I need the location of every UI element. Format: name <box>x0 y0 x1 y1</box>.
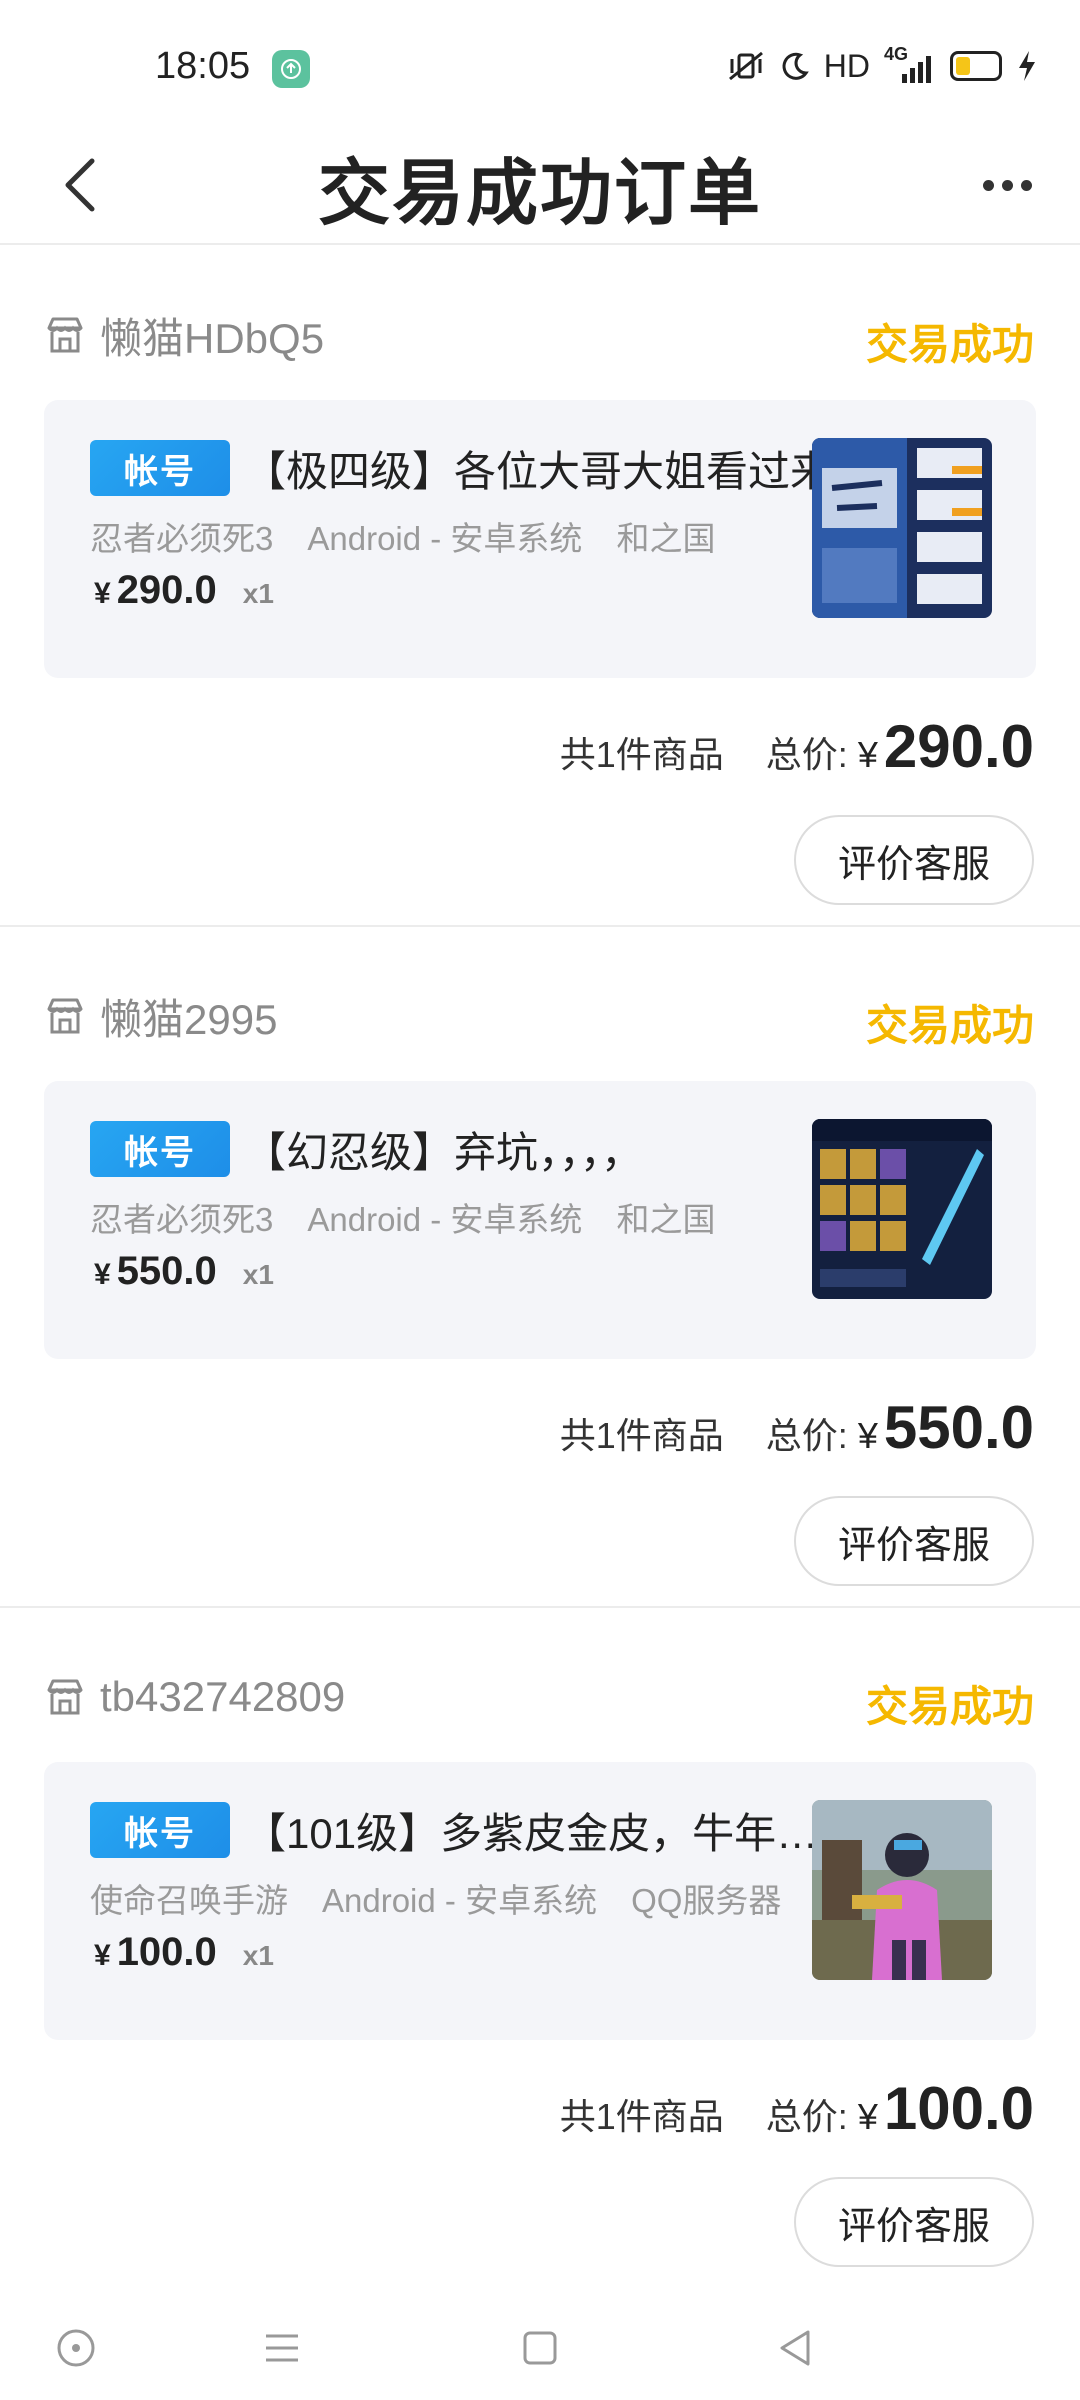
store-icon <box>47 1679 83 1715</box>
item-thumbnail <box>812 1800 992 1980</box>
store-icon <box>47 998 83 1034</box>
total-price: 总价: ¥290.0 <box>766 712 1034 781</box>
total-label: 总价: <box>765 734 848 775</box>
total-label: 总价: <box>765 1415 848 1456</box>
item-server: 和之国 <box>616 520 716 557</box>
square-home-icon <box>523 2331 557 2365</box>
item-count: 共1件商品 <box>559 1415 724 1456</box>
total-price: 总价: ¥550.0 <box>766 1393 1034 1462</box>
seller-name: tb432742809 <box>100 1673 346 1720</box>
item-game: 忍者必须死3 <box>90 1201 274 1238</box>
charging-bolt-icon <box>1019 51 1035 81</box>
total-row: 共1件商品 总价: ¥100.0 <box>560 2074 1034 2143</box>
item-meta: 使命召唤手游 Android - 安卓系统 QQ服务器 <box>90 1874 781 1922</box>
item-quantity: x1 <box>242 1940 274 1971</box>
network-type: 4G <box>884 44 936 86</box>
seller-name: 懒猫2995 <box>100 995 278 1043</box>
item-thumbnail <box>812 438 992 618</box>
item-title: 【101级】多紫皮金皮，牛年… <box>244 1810 819 1857</box>
hd-indicator: HD <box>823 47 870 84</box>
battery-level <box>956 57 970 75</box>
item-count: 共1件商品 <box>559 2096 724 2137</box>
item-game: 忍者必须死3 <box>90 520 274 557</box>
item-count: 共1件商品 <box>559 734 724 775</box>
seller-row[interactable]: 懒猫HDbQ5 <box>44 305 324 365</box>
item-price-row: ¥550.0 x1 <box>94 1249 274 1294</box>
total-row: 共1件商品 总价: ¥290.0 <box>560 712 1034 781</box>
more-options-button[interactable] <box>972 160 1042 210</box>
total-label: 总价: <box>765 2096 848 2137</box>
item-meta: 忍者必须死3 Android - 安卓系统 和之国 <box>90 512 715 560</box>
nav-menu-button[interactable] <box>252 2318 312 2378</box>
item-game: 使命召唤手游 <box>90 1882 288 1919</box>
circle-dot-icon <box>57 2329 95 2367</box>
order-card: 懒猫HDbQ5 交易成功 帐号 【极四级】各位大哥大姐看过来 忍者必须死3 An… <box>0 247 1080 927</box>
vibrate-mute-icon <box>728 51 763 81</box>
order-card: 懒猫2995 交易成功 帐号 【幻忍级】弃坑，，，， 忍者必须死3 Androi… <box>0 928 1080 1608</box>
account-tag: 帐号 <box>90 1121 230 1177</box>
item-title: 【幻忍级】弃坑，，，， <box>244 1129 644 1176</box>
order-card: tb432742809 交易成功 帐号 【101级】多紫皮金皮，牛年… 使命召唤… <box>0 1609 1080 2289</box>
item-meta: 忍者必须死3 Android - 安卓系统 和之国 <box>90 1193 715 1241</box>
rate-service-button[interactable]: 评价客服 <box>794 1496 1034 1586</box>
item-platform: Android - 安卓系统 <box>322 1882 598 1919</box>
total-amount: ¥290.0 <box>857 713 1034 780</box>
battery-icon <box>950 51 1002 81</box>
item-card[interactable]: 帐号 【101级】多紫皮金皮，牛年… 使命召唤手游 Android - 安卓系统… <box>44 1762 1036 2040</box>
item-card[interactable]: 帐号 【幻忍级】弃坑，，，， 忍者必须死3 Android - 安卓系统 和之国… <box>44 1081 1036 1359</box>
system-navigation-bar <box>0 2290 1080 2400</box>
item-platform: Android - 安卓系统 <box>307 1201 583 1238</box>
item-price: ¥100.0 <box>94 1930 217 1974</box>
status-bar: 18:05 HD 4G <box>0 0 1080 130</box>
item-title: 【极四级】各位大哥大姐看过来 <box>244 448 833 495</box>
top-app-bar: 交易成功订单 <box>0 130 1080 245</box>
account-tag: 帐号 <box>90 440 230 496</box>
account-tag: 帐号 <box>90 1802 230 1858</box>
nav-home-button[interactable] <box>510 2318 570 2378</box>
item-server: QQ服务器 <box>631 1882 782 1919</box>
more-dots-icon <box>982 179 994 191</box>
moon-icon <box>782 52 809 80</box>
item-price-row: ¥100.0 x1 <box>94 1930 274 1975</box>
item-server: 和之国 <box>616 1201 716 1238</box>
total-row: 共1件商品 总价: ¥550.0 <box>560 1393 1034 1462</box>
rate-service-button[interactable]: 评价客服 <box>794 2177 1034 2267</box>
app-notification-icon <box>272 50 310 88</box>
item-price: ¥290.0 <box>94 568 217 612</box>
signal-icon <box>902 56 931 83</box>
triangle-back-icon <box>780 2330 810 2366</box>
item-quantity: x1 <box>242 1259 274 1290</box>
item-quantity: x1 <box>242 578 274 609</box>
status-time: 18:05 <box>155 45 251 87</box>
item-platform: Android - 安卓系统 <box>307 520 583 557</box>
order-status: 交易成功 <box>865 1002 1034 1049</box>
nav-assistant-button[interactable] <box>46 2318 106 2378</box>
rate-service-button[interactable]: 评价客服 <box>794 815 1034 905</box>
menu-icon <box>266 2334 298 2362</box>
item-card[interactable]: 帐号 【极四级】各位大哥大姐看过来 忍者必须死3 Android - 安卓系统 … <box>44 400 1036 678</box>
item-thumbnail <box>812 1119 992 1299</box>
seller-name: 懒猫HDbQ5 <box>100 314 325 362</box>
order-status: 交易成功 <box>865 321 1034 368</box>
total-amount: ¥100.0 <box>857 2075 1034 2142</box>
page-title: 交易成功订单 <box>317 154 762 234</box>
seller-row[interactable]: 懒猫2995 <box>44 986 277 1046</box>
status-icons: HD 4G <box>726 44 1038 88</box>
item-price-row: ¥290.0 x1 <box>94 568 274 613</box>
store-icon <box>47 317 83 353</box>
nav-back-button[interactable] <box>766 2318 826 2378</box>
total-price: 总价: ¥100.0 <box>766 2074 1034 2143</box>
item-price: ¥550.0 <box>94 1249 217 1293</box>
order-status: 交易成功 <box>865 1683 1034 1730</box>
seller-row[interactable]: tb432742809 <box>44 1667 345 1727</box>
total-amount: ¥550.0 <box>857 1394 1034 1461</box>
